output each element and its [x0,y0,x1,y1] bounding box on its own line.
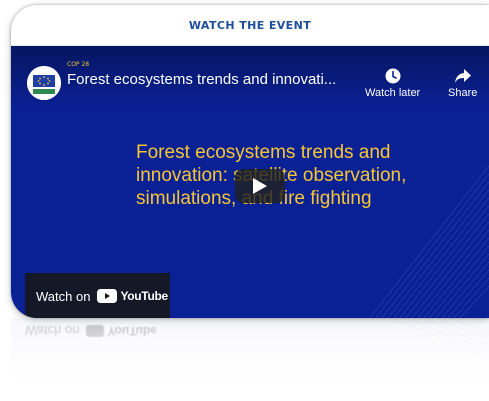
page: WATCH THE EVENT COP 28 Forest ecosystems… [0,0,489,401]
share-button[interactable]: Share [448,65,477,99]
eu-flag-logo-icon [27,66,61,100]
reflection-fade [0,318,489,401]
video-title[interactable]: Forest ecosystems trends and innovati... [67,71,367,88]
play-icon [253,178,267,194]
channel-badge: COP 28 [67,61,90,68]
watch-on-youtube-button[interactable]: Watch on YouTube [25,273,170,318]
clock-icon [385,65,401,87]
card-header: WATCH THE EVENT [11,5,489,46]
share-arrow-icon [454,65,472,87]
watch-later-button[interactable]: Watch later [365,65,420,99]
watch-on-label: Watch on [36,288,91,304]
share-label: Share [448,87,478,99]
youtube-wordmark: YouTube [120,289,168,303]
play-button[interactable] [235,169,285,203]
section-title: WATCH THE EVENT [188,18,312,32]
video-headline: Forest ecosystems trends and innovation:… [136,142,407,209]
channel-avatar[interactable] [27,66,61,100]
youtube-logo-icon: YouTube [97,289,168,303]
video-card: WATCH THE EVENT COP 28 Forest ecosystems… [11,5,489,318]
watch-later-label: Watch later [365,87,421,99]
video-player[interactable]: COP 28 Forest ecosystems trends and inno… [11,46,489,318]
